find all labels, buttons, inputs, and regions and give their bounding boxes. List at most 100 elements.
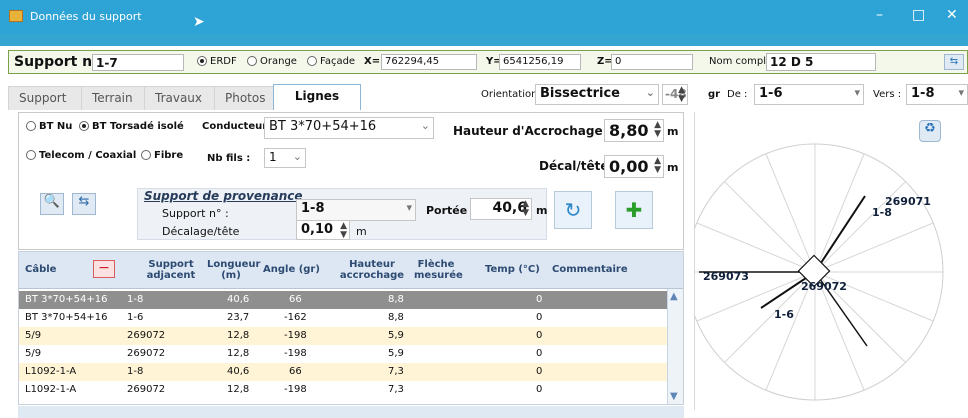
column-longueur: Longueur (m) — [207, 259, 261, 281]
support-diagram: ♻ 269071 1-8 269073 269072 1-6 — [694, 112, 968, 410]
radio-icon — [141, 150, 151, 160]
spinner-arrows-icon: ▲ ▼ — [340, 221, 347, 240]
z-coordinate-input[interactable]: 0 — [611, 54, 693, 70]
zoom-button[interactable]: 🔍 — [40, 193, 64, 215]
window-title: Données du support — [30, 10, 142, 23]
table-scrollbar[interactable]: ▲ ▼ — [667, 289, 683, 404]
x-coordinate-input[interactable]: 762294,45 — [381, 54, 477, 70]
provenance-title: Support de provenance — [144, 189, 303, 203]
add-link-button[interactable]: ✚ — [615, 191, 653, 229]
plus-icon: ✚ — [625, 198, 643, 222]
de-label: De : — [727, 89, 748, 100]
chevron-down-icon: ▾ — [854, 86, 860, 99]
radio-checked-icon — [79, 121, 89, 131]
full-name-input[interactable]: 12 D 5 — [766, 53, 876, 71]
label-269071: 269071 — [885, 195, 931, 208]
orange-radio-option[interactable]: Orange — [247, 56, 297, 67]
angle-spinner[interactable]: -48 ▲ ▼ — [662, 84, 688, 105]
table-row[interactable]: L1092-1-A 269072 12,8 -198 7,3 0 — [19, 381, 669, 399]
bottom-toolbar-strip — [18, 406, 684, 418]
prov-support-label: Support n° : — [162, 207, 229, 220]
tab-support[interactable]: Support — [8, 86, 82, 110]
nb-fils-select[interactable]: 1 ⌄ — [264, 148, 306, 168]
y-coordinate-input[interactable]: 6541256,19 — [499, 54, 581, 70]
spinner-arrows-icon: ▲ ▼ — [654, 120, 661, 139]
spinner-arrows-icon: ▲ ▼ — [654, 156, 661, 175]
facade-radio-option[interactable]: Façade — [307, 56, 355, 67]
decal-label: Décal/tête — [539, 159, 609, 173]
decal-spinner[interactable]: 0,00 ▲ ▼ — [604, 155, 664, 178]
decalage-unit: m — [356, 225, 367, 238]
portee-unit: m — [536, 204, 548, 217]
fibre-option[interactable]: Fibre — [141, 150, 183, 161]
hauteur-label: Hauteur d'Accrochage — [453, 124, 603, 138]
tab-terrain[interactable]: Terrain — [81, 86, 145, 110]
close-button[interactable]: ✕ — [946, 7, 958, 23]
portee-spinner[interactable]: 40,6 ▲ ▼ — [470, 198, 532, 220]
provenance-card: Support de provenance Support n° : 1-8 ▾ … — [137, 188, 547, 240]
radio-icon — [247, 56, 257, 66]
line-settings-panel: BT Nu BT Torsadé isolé Telecom / Coaxial… — [18, 112, 684, 250]
bt-torsade-option[interactable]: BT Torsadé isolé — [79, 121, 184, 132]
vers-select[interactable]: 1-8 ▾ — [906, 84, 968, 105]
column-fleche: Flèche mesurée — [414, 259, 463, 281]
telecom-option[interactable]: Telecom / Coaxial — [26, 150, 136, 161]
swap-button[interactable]: ⇆ — [944, 54, 964, 70]
bt-nu-option[interactable]: BT Nu — [26, 121, 72, 132]
label-269073: 269073 — [703, 270, 749, 283]
table-row[interactable]: 5/9 269072 12,8 -198 5,9 0 — [19, 345, 669, 363]
support-number-input[interactable]: 1-7 — [92, 54, 184, 71]
column-angle: Angle (gr) — [263, 264, 320, 275]
scroll-up-icon[interactable]: ▲ — [670, 291, 678, 302]
cable-table: Câble − Support adjacent Longueur (m) An… — [18, 251, 684, 405]
refresh-link-button[interactable]: ↻ — [554, 191, 592, 229]
refresh-icon: ↻ — [564, 198, 582, 222]
tab-lignes[interactable]: Lignes — [273, 84, 361, 110]
spinner-arrows-icon: ▲ ▼ — [522, 199, 529, 218]
radio-icon — [26, 150, 36, 160]
swap-icon: ⇆ — [78, 194, 90, 209]
support-header: Support n° 1-7 ERDF Orange Façade X= 762… — [8, 50, 968, 74]
table-row[interactable]: BT 3*70+54+16 1-6 23,7 -162 8,8 0 — [19, 309, 669, 327]
mouse-cursor-icon: ➤ — [193, 14, 205, 30]
nb-fils-label: Nb fils : — [207, 153, 251, 164]
hauteur-unit: m — [667, 125, 679, 138]
column-support-adjacent: Support adjacent — [146, 259, 196, 281]
tab-photos[interactable]: Photos — [214, 86, 274, 110]
support-number-label: Support n° — [14, 54, 100, 70]
line-to-269071 — [814, 195, 866, 273]
radio-checked-icon — [197, 56, 207, 66]
delete-row-button[interactable]: − — [93, 260, 115, 278]
column-commentaire: Commentaire — [552, 264, 628, 275]
label-1-8: 1-8 — [872, 206, 892, 219]
prov-support-select[interactable]: 1-8 ▾ — [296, 199, 416, 221]
decal-unit: m — [667, 161, 679, 174]
decalage-label: Décalage/tête — [162, 225, 240, 238]
label-269072: 269072 — [801, 280, 847, 293]
swap-direction-button[interactable]: ⇆ — [72, 193, 96, 215]
hauteur-spinner[interactable]: 8,80 ▲ ▼ — [604, 119, 664, 142]
conducteur-select[interactable]: BT 3*70+54+16 ⌄ — [264, 117, 434, 139]
table-row[interactable]: BT 3*70+54+16 1-8 40,6 66 8,8 0 — [19, 291, 669, 309]
scroll-down-icon[interactable]: ▼ — [670, 391, 678, 402]
minimize-button[interactable]: – — [876, 7, 883, 23]
column-temp: Temp (°C) — [485, 264, 540, 275]
chevron-down-icon: ⌄ — [420, 119, 430, 132]
tab-travaux[interactable]: Travaux — [144, 86, 215, 110]
de-select[interactable]: 1-6 ▾ — [754, 84, 864, 105]
radio-icon — [307, 56, 317, 66]
table-row[interactable]: 5/9 269072 12,8 -198 5,9 0 — [19, 327, 669, 345]
maximize-button[interactable]: □ — [912, 7, 925, 23]
vers-label: Vers : — [873, 89, 902, 100]
decalage-spinner[interactable]: 0,10 ▲ ▼ — [296, 220, 350, 240]
table-header: Câble − Support adjacent Longueur (m) An… — [19, 252, 683, 289]
orientation-select[interactable]: Bissectrice ⌄ — [535, 84, 659, 105]
minus-icon: − — [98, 260, 110, 276]
angle-unit-label: gr — [708, 89, 721, 100]
chevron-down-icon: ⌄ — [645, 86, 655, 99]
compass-svg — [695, 143, 944, 401]
erdf-radio-option[interactable]: ERDF — [197, 56, 237, 67]
table-row[interactable]: L1092-1-A 1-8 40,6 66 7,3 0 — [19, 363, 669, 381]
label-1-6: 1-6 — [774, 308, 794, 321]
radio-icon — [26, 121, 36, 131]
